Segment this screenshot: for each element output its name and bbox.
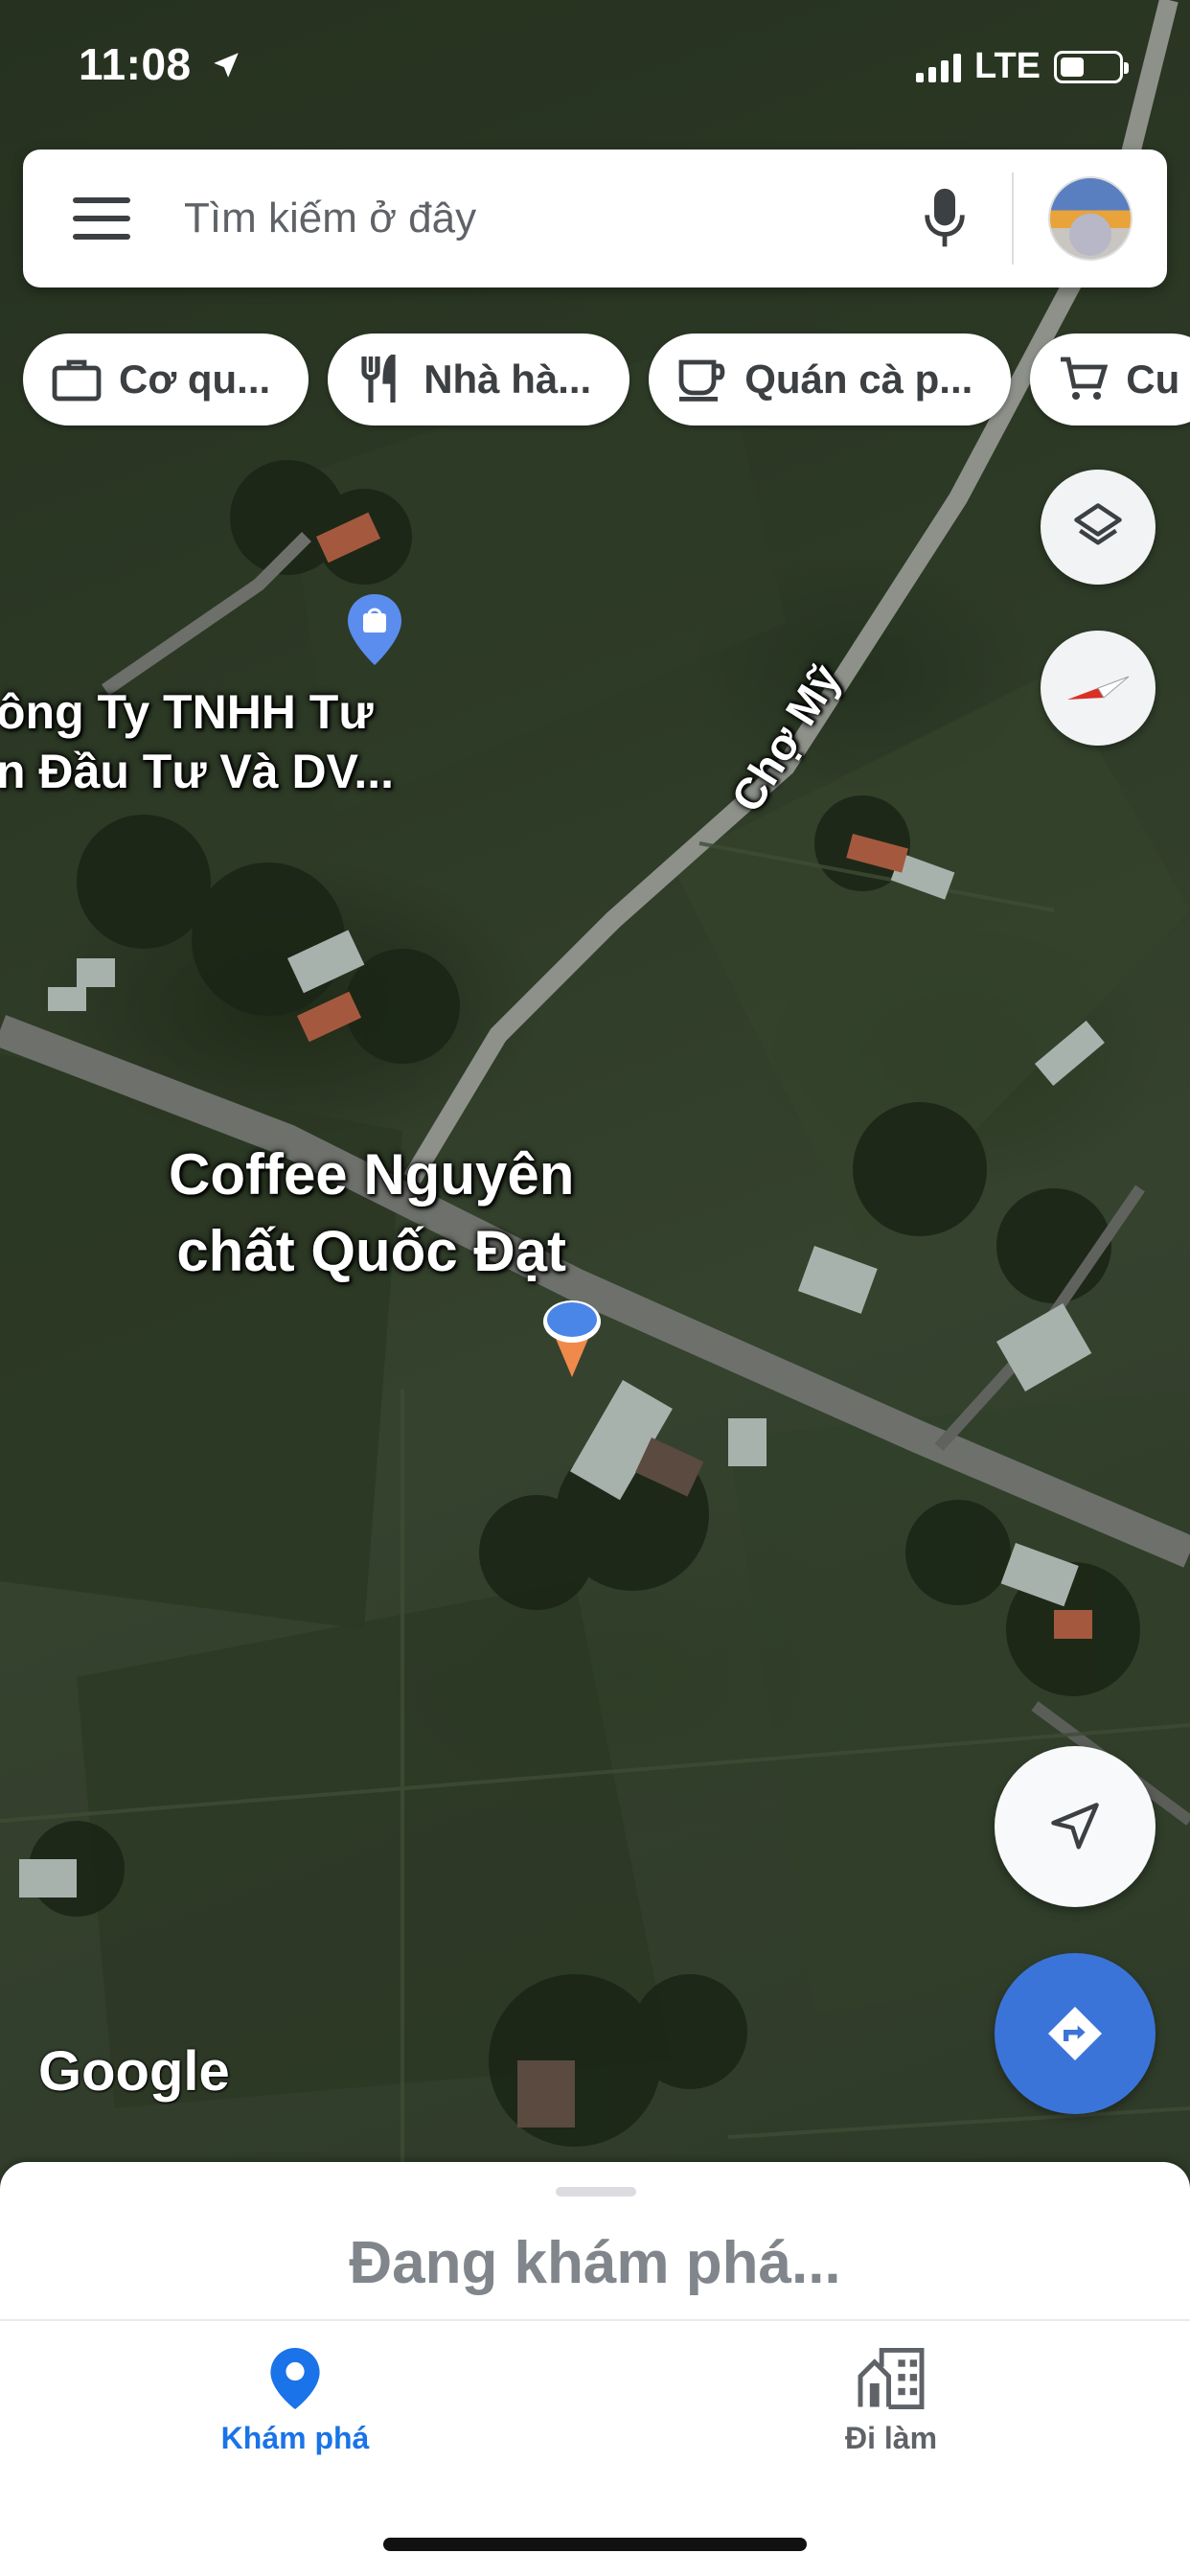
network-type: LTE: [974, 46, 1041, 86]
coffee-label-line1: Coffee Nguyên: [169, 1142, 575, 1207]
status-indicators: LTE: [916, 46, 1129, 87]
signal-icon: [916, 52, 962, 82]
chip-restaurants[interactable]: Nhà hà...: [328, 334, 630, 426]
battery-icon: [1054, 50, 1129, 83]
place-label-line1: ông Ty TNHH Tư: [0, 685, 374, 739]
coffee-cup-icon: [675, 353, 729, 406]
place-label-line2: n Đầu Tư Và DV...: [0, 745, 395, 798]
status-time: 11:08: [79, 38, 242, 90]
my-location-button[interactable]: [995, 1746, 1156, 1907]
chip-label: Nhà hà...: [423, 356, 592, 402]
layers-button[interactable]: [1041, 470, 1156, 585]
layers-icon: [1074, 503, 1122, 545]
tab-explore-label: Khám phá: [220, 2421, 370, 2455]
status-time-text: 11:08: [79, 39, 192, 89]
place-label-company[interactable]: ông Ty TNHH Tư n Đầu Tư Và DV...: [0, 682, 394, 801]
navigation-arrow-icon: [1051, 1803, 1099, 1850]
hamburger-menu-icon[interactable]: [73, 197, 130, 240]
chip-offices[interactable]: Cơ qu...: [23, 334, 309, 426]
home-indicator: [383, 2538, 807, 2551]
office-building-icon: [858, 2348, 925, 2409]
chip-label: Cơ qu...: [119, 356, 271, 402]
location-arrow-icon: [214, 53, 239, 78]
status-bar: 11:08 LTE: [0, 0, 1190, 134]
sheet-title: Đang khám phá...: [349, 2230, 841, 2296]
directions-button[interactable]: [995, 1953, 1156, 2114]
coffee-label-line2: chất Quốc Đạt: [176, 1219, 567, 1283]
chip-label: Cu: [1126, 356, 1180, 402]
search-bar: [23, 150, 1167, 288]
location-pin-icon: [270, 2348, 320, 2409]
shopping-cart-icon: [1057, 353, 1110, 406]
tab-commute-label: Đi làm: [844, 2421, 938, 2455]
search-input[interactable]: [184, 195, 916, 242]
place-label-coffee[interactable]: Coffee Nguyên chất Quốc Đạt: [169, 1137, 574, 1290]
search-divider: [1012, 172, 1014, 264]
compass-icon: [1067, 676, 1130, 700]
chip-label: Quán cà p...: [744, 356, 973, 402]
category-chips: Cơ qu... Nhà hà... Quán cà p... Cu: [23, 334, 1190, 426]
explore-bottom-sheet[interactable]: Đang khám phá...: [0, 2162, 1190, 2319]
chip-coffee-shops[interactable]: Quán cà p...: [649, 334, 1012, 426]
chip-shopping[interactable]: Cu: [1030, 334, 1190, 426]
tab-commute[interactable]: Đi làm: [747, 2348, 1035, 2456]
microphone-icon[interactable]: [916, 180, 973, 257]
fork-knife-icon: [355, 353, 408, 406]
compass-button[interactable]: [1041, 631, 1156, 746]
account-avatar[interactable]: [1048, 176, 1133, 261]
drag-handle[interactable]: [556, 2187, 636, 2196]
directions-icon: [1048, 2007, 1102, 2060]
tab-explore[interactable]: Khám phá: [151, 2348, 439, 2456]
briefcase-icon: [50, 353, 103, 406]
google-attribution: Google: [38, 2040, 230, 2103]
